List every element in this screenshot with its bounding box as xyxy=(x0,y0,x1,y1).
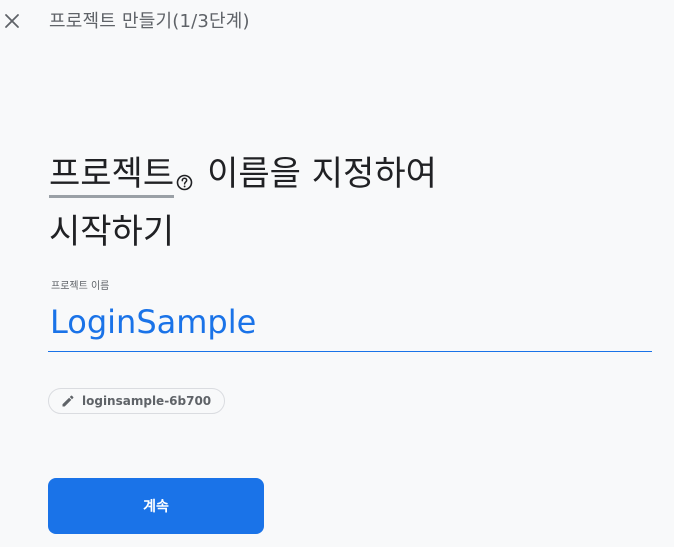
close-icon xyxy=(4,13,20,29)
project-term-link[interactable]: 프로젝트 xyxy=(49,154,175,198)
continue-button[interactable]: 계속 xyxy=(48,478,264,534)
heading-text-line1: 이름을 지정하여 xyxy=(207,154,437,194)
heading-text-line2: 시작하기 xyxy=(49,212,175,252)
step-heading: 프로젝트 이름을 지정하여 시작하기 xyxy=(49,148,609,258)
pencil-icon xyxy=(61,394,75,408)
project-name-input[interactable] xyxy=(48,300,652,352)
project-id-text: loginsample-6b700 xyxy=(82,394,212,408)
project-id-chip[interactable]: loginsample-6b700 xyxy=(48,388,226,414)
close-button[interactable] xyxy=(2,11,22,31)
page-title: 프로젝트 만들기(1/3단계) xyxy=(49,11,250,32)
help-circle-icon[interactable] xyxy=(176,154,193,206)
create-project-page: 프로젝트 만들기(1/3단계) 프로젝트 이름을 지정하여 시작하기 프로젝트 … xyxy=(0,0,674,547)
project-name-label: 프로젝트 이름 xyxy=(51,281,110,292)
